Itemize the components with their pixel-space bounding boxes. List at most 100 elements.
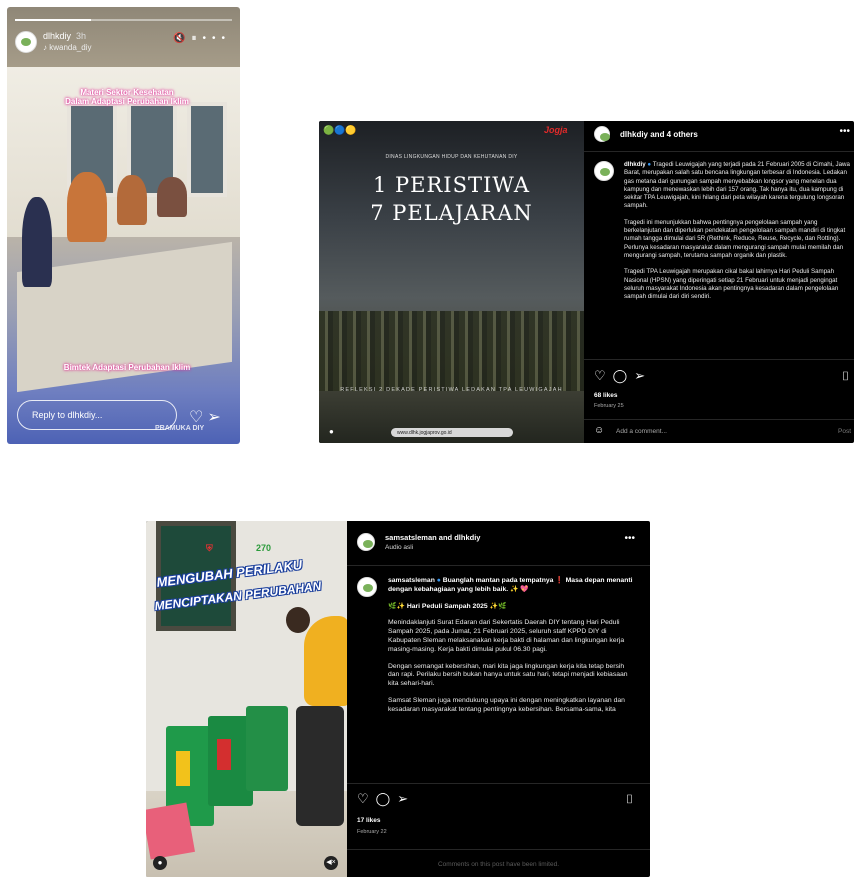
audio-label[interactable]: Audio asli bbox=[385, 544, 413, 551]
bookmark-icon[interactable]: ⌷ bbox=[626, 792, 633, 807]
mute-icon[interactable]: 🔇 bbox=[173, 33, 191, 44]
heart-icon[interactable]: ♡ bbox=[594, 368, 613, 383]
post-comment-button[interactable]: Post bbox=[838, 428, 851, 435]
more-horizontal-icon[interactable]: ••• bbox=[624, 533, 635, 544]
story-photo-chair bbox=[22, 197, 52, 287]
post-header: dlhkdiy and 4 others ••• bbox=[594, 126, 854, 148]
divider bbox=[584, 419, 854, 420]
post-image[interactable]: 🟢🔵🟡 Jogja DINAS LINGKUNGAN HIDUP DAN KEH… bbox=[319, 121, 584, 443]
comment-icon[interactable]: ◯ bbox=[376, 791, 398, 806]
more-horizontal-icon[interactable]: ••• bbox=[202, 33, 231, 44]
image-organisation: DINAS LINGKUNGAN HIDUP DAN KEHUTANAN DIY bbox=[385, 154, 518, 160]
image-title-line1: 1 PERISTIWA bbox=[373, 173, 530, 197]
divider bbox=[347, 849, 650, 850]
post-avatar[interactable] bbox=[594, 126, 610, 142]
divider bbox=[347, 783, 650, 784]
divider bbox=[584, 151, 854, 152]
caption-paragraph: dlhkdiy ● Tragedi Leuwigajah yang terjad… bbox=[624, 161, 852, 211]
story-music[interactable]: ♪ kwanda_diy bbox=[43, 43, 91, 52]
emoji-icon[interactable]: ☺ bbox=[594, 425, 604, 436]
story-viewer[interactable]: dlhkdiy 3h ♪ kwanda_diy 🔇⏸••• Materi Sekt… bbox=[7, 7, 240, 444]
story-music-text: kwanda_diy bbox=[49, 43, 92, 52]
caption-username[interactable]: dlhkdiy bbox=[624, 161, 646, 168]
send-icon[interactable]: ➢ bbox=[397, 791, 415, 806]
post-header: samsatsleman and dlhkdiy Audio asli ••• bbox=[357, 533, 647, 557]
heart-icon[interactable]: ♡ bbox=[189, 409, 207, 426]
video-person bbox=[304, 616, 347, 706]
caption-paragraph: Menindaklanjuti Surat Edaran dari Sekert… bbox=[388, 619, 625, 653]
story-photo-person bbox=[117, 175, 147, 225]
verified-badge-icon: ● bbox=[647, 161, 652, 168]
story-watermark: PRAMUKA DIY bbox=[155, 425, 205, 432]
image-title-line2: 7 PELAJARAN bbox=[370, 201, 533, 225]
post-caption: dlhkdiy ● Tragedi Leuwigajah yang terjad… bbox=[594, 161, 852, 309]
post-caption: samsatsleman ● Buanglah mantan pada temp… bbox=[357, 577, 636, 722]
story-time: 3h bbox=[76, 31, 87, 41]
story-username-text: dlhkdiy bbox=[43, 31, 72, 41]
verified-badge-icon: ● bbox=[436, 577, 441, 584]
post-author[interactable]: dlhkdiy and 4 others bbox=[620, 130, 698, 139]
caption-avatar[interactable] bbox=[357, 577, 377, 597]
story-username[interactable]: dlhkdiy 3h bbox=[43, 31, 86, 41]
bookmark-icon[interactable]: ⌷ bbox=[842, 369, 849, 384]
post-actions: ♡◯➢ bbox=[357, 791, 415, 807]
post-side-panel: samsatsleman and dlhkdiy Audio asli ••• … bbox=[347, 521, 650, 877]
logo-row: 🟢🔵🟡 bbox=[323, 125, 357, 135]
emblem-logo: ⛨ bbox=[206, 543, 213, 553]
image-url-bar: www.dlhk.jogjaprov.go.id bbox=[391, 428, 513, 437]
story-actions: ♡➢ bbox=[189, 407, 225, 427]
post-date: February 22 bbox=[357, 829, 387, 835]
story-photo-person bbox=[67, 172, 107, 242]
comments-limited-notice: Comments on this post have been limited. bbox=[437, 861, 560, 868]
post-dlhkdiy-leuwigajah: 🟢🔵🟡 Jogja DINAS LINGKUNGAN HIDUP DAN KEH… bbox=[319, 121, 854, 443]
more-horizontal-icon[interactable]: ••• bbox=[839, 126, 850, 137]
heart-icon[interactable]: ♡ bbox=[357, 791, 376, 806]
brand-logo: Jogja bbox=[544, 125, 568, 135]
image-subtitle: REFLEKSI 2 DEKADE PERISTIWA LEDAKAN TPA … bbox=[340, 387, 563, 393]
story-reply-input[interactable]: Reply to dlhkdiy... bbox=[17, 400, 177, 430]
user-tag-icon[interactable]: ● bbox=[153, 856, 167, 870]
story-caption-bottom: Bimtek Adaptasi Perubahan Iklim bbox=[63, 363, 191, 372]
caption-paragraph: Tragedi ini menunjukkan bahwa pentingnya… bbox=[624, 218, 846, 259]
comment-icon[interactable]: ◯ bbox=[613, 368, 635, 383]
comment-input[interactable]: Add a comment... bbox=[616, 428, 667, 435]
story-avatar[interactable] bbox=[15, 31, 37, 53]
story-caption-top: Materi Sektor Kesehatan Dalam Adaptasi P… bbox=[47, 87, 207, 107]
post-actions: ♡◯➢ bbox=[594, 368, 652, 384]
video-person bbox=[296, 706, 344, 826]
caption-paragraph: Dengan semangat kebersihan, mari kita ja… bbox=[388, 662, 628, 688]
story-photo-person bbox=[157, 177, 187, 217]
caption-paragraph: Samsat Sleman juga mendukung upaya ini d… bbox=[388, 696, 625, 713]
post-author[interactable]: samsatsleman and dlhkdiy bbox=[385, 533, 480, 542]
caption-avatar[interactable] bbox=[594, 161, 614, 181]
story-progress-bar bbox=[15, 19, 232, 21]
trash-bin bbox=[246, 706, 288, 791]
story-controls: 🔇⏸••• bbox=[173, 33, 231, 44]
divider bbox=[347, 565, 650, 566]
post-video[interactable]: ⛨ 270 MENGUBAH PERILAKU MENCIPTAKAN PERU… bbox=[146, 521, 347, 877]
pause-icon[interactable]: ⏸ bbox=[191, 33, 202, 44]
story-caption-line: Dalam Adaptasi Perubahan Iklim bbox=[65, 97, 189, 106]
caption-heading: 🌿✨ Hari Peduli Sampah 2025 ✨🌿 bbox=[388, 602, 507, 610]
image-crowd bbox=[319, 311, 584, 391]
story-header: dlhkdiy 3h ♪ kwanda_diy 🔇⏸••• bbox=[15, 27, 235, 67]
caption-username[interactable]: samsatsleman bbox=[388, 577, 435, 584]
post-date: February 25 bbox=[594, 403, 624, 409]
story-photo-window bbox=[187, 102, 227, 197]
like-count[interactable]: 68 likes bbox=[594, 392, 618, 399]
like-count[interactable]: 17 likes bbox=[357, 817, 381, 824]
video-person bbox=[286, 607, 310, 633]
user-tag-icon[interactable]: ● bbox=[329, 427, 334, 436]
send-icon[interactable]: ➢ bbox=[634, 368, 652, 383]
post-samsatsleman-hari-peduli-sampah: ⛨ 270 MENGUBAH PERILAKU MENCIPTAKAN PERU… bbox=[146, 521, 650, 877]
caption-paragraph: Tragedi TPA Leuwigajah merupakan cikal b… bbox=[624, 268, 839, 301]
send-icon[interactable]: ➢ bbox=[207, 409, 224, 426]
post-side-panel: dlhkdiy and 4 others ••• dlhkdiy ● Trage… bbox=[584, 121, 854, 443]
divider bbox=[584, 359, 854, 360]
mute-icon[interactable]: ◀× bbox=[324, 856, 338, 870]
story-caption-line: Materi Sektor Kesehatan bbox=[80, 88, 174, 97]
anniversary-logo: 270 bbox=[256, 543, 272, 553]
caption-text: Tragedi Leuwigajah yang terjadi pada 21 … bbox=[624, 161, 850, 210]
video-cloth bbox=[146, 802, 195, 860]
post-avatar[interactable] bbox=[357, 533, 375, 551]
